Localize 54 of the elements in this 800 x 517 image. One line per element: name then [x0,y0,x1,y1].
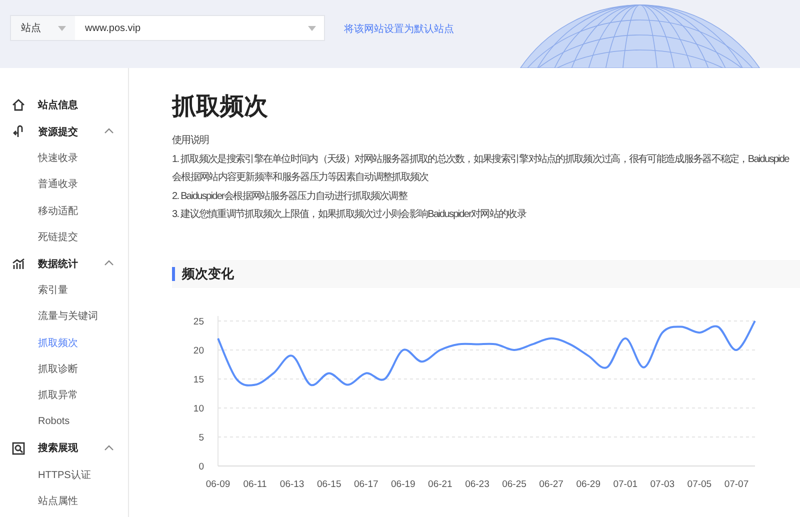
nav-subitem[interactable]: 索引量 [0,282,68,297]
nav-subitem[interactable]: 流量与关键词 [0,309,98,324]
x-axis-label: 06-17 [354,478,378,490]
x-axis-label: 07-01 [613,478,638,490]
caret-icon [308,26,316,30]
x-axis-label: 07-03 [650,478,675,490]
x-axis-label: 06-21 [428,478,452,490]
nav-subitem[interactable]: 死链提交 [0,230,78,244]
y-axis-label: 20 [193,345,204,356]
search-icon [12,442,24,455]
nav-subitem[interactable]: 抓取频次 [0,336,78,350]
x-axis-label: 06-09 [206,478,230,490]
nav-item[interactable]: 资源提交 [38,124,78,139]
nav-subitem[interactable]: 移动适配 [0,204,78,218]
y-axis-label: 0 [198,461,204,472]
chevron-up-icon[interactable] [104,259,114,266]
y-axis-label: 10 [193,403,204,414]
nav-subitem[interactable]: 站点属性 [0,494,78,508]
x-axis-label: 06-11 [243,478,267,490]
y-axis-label: 25 [193,316,204,328]
usage-note: 2. Baiduspider会根据网站服务器压力自动进行抓取频次调整 [172,190,408,204]
nav-subitem[interactable]: HTTPS认证 [0,468,91,482]
usage-note: 3. 建议您慎重调节抓取频次上限值，如果抓取频次过小则会影响Baiduspider对网站的收录 [172,208,526,222]
x-axis-label: 06-25 [502,478,526,490]
site-type-dropdown[interactable]: 站点 [11,16,75,40]
pointer-icon [12,125,24,138]
y-axis-label: 15 [193,374,204,386]
bar-chart-icon [12,258,24,270]
nav-subitem[interactable]: 抓取异常 [0,388,78,402]
section-title: 频次变化 [182,264,234,283]
usage-note: 1. 抓取频次是搜索引擎在单位时间内（天级）对网站服务器抓取的总次数，如果搜索引擎对站点的抓取频次过高，很有可能造成服务器不稳定，Baiduspide [172,152,789,167]
nav-subitem[interactable]: 普通收录 [0,177,78,192]
home-icon [12,99,24,112]
x-axis-label: 07-05 [687,478,712,490]
chevron-up-icon[interactable] [104,444,114,452]
nav-subitem[interactable]: 快速收录 [0,150,78,165]
x-axis-label: 06-15 [316,478,342,490]
x-axis-label: 06-27 [539,478,564,490]
nav-subitem[interactable]: Robots [0,416,70,428]
x-axis-label: 06-29 [576,478,600,490]
x-axis-label: 06-19 [391,478,416,490]
page-title: 抓取频次 [172,93,269,121]
nav-item[interactable]: 搜索展现 [38,441,78,456]
nav-subitem[interactable]: 抓取诊断 [0,362,78,376]
x-axis-label: 07-07 [724,478,749,490]
usage-heading: 使用说明 [172,134,209,148]
caret-icon [58,26,66,30]
nav-item[interactable]: 站点信息 [38,98,78,112]
usage-note: 会根据网站内容更新频率和服务器压力等因素自动调整抓取频次 [172,170,428,186]
x-axis-label: 06-13 [280,478,304,490]
nav-item[interactable]: 数据统计 [38,256,78,271]
x-axis-label: 06-23 [465,478,490,490]
chevron-up-icon[interactable] [104,127,114,134]
y-axis-label: 5 [198,432,204,444]
